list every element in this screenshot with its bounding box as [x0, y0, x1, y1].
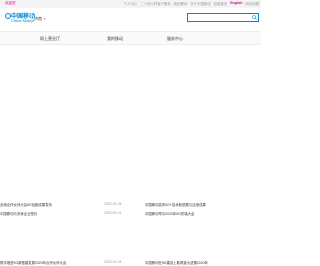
- main-nav: 网上营业厅 我的移动 服务中心: [0, 31, 261, 45]
- news-title: 中国移动与多家企业签约: [0, 212, 38, 216]
- nav-item-online-hall[interactable]: 网上营业厅: [40, 36, 60, 42]
- english-link[interactable]: English: [230, 1, 242, 6]
- utility-link[interactable]: 网站地图: [245, 1, 259, 6]
- nav-item-my-mobile[interactable]: 我的移动: [107, 36, 123, 42]
- news-date: 2020-09-18: [104, 260, 122, 264]
- utility-link[interactable]: 二十四小时客户服务: [140, 1, 171, 6]
- city-selector[interactable]: 济南▼: [34, 16, 46, 22]
- news-item[interactable]: 中国移动在5G建设上取得重大进展2020年: [145, 260, 261, 266]
- utility-link[interactable]: 关于中国移动: [190, 1, 210, 6]
- news-item[interactable]: 中国移动发布5G+技术新进展与应用成果: [145, 202, 261, 208]
- site-header: 中国移动 China Mobile 济南▼: [0, 8, 261, 31]
- utility-link[interactable]: 个人中心: [124, 1, 138, 6]
- news-item[interactable]: 中国移动举办2020年5G终端大会: [145, 211, 261, 217]
- city-name: 济南: [34, 16, 42, 21]
- top-utility-bar: 欢迎您 个人中心 二十四小时客户服务 我的移动 关于中国移动 旧版首页 Engl…: [0, 0, 261, 8]
- news-title: 中国移动举办2020年5G终端大会: [145, 212, 195, 216]
- welcome-text: 欢迎您: [5, 1, 16, 5]
- nav-item-service-center[interactable]: 服务中心: [167, 36, 183, 42]
- utility-link[interactable]: 旧版首页: [214, 1, 228, 6]
- utility-link[interactable]: 我的移动: [174, 1, 188, 6]
- news-item[interactable]: 全球合作伙伴大会5G创新成果发布 2020-09-28: [0, 202, 124, 208]
- news-title: 中国移动在5G建设上取得重大进展2020年: [145, 261, 208, 265]
- news-item[interactable]: 携手推进5G新基建发展2020年合作伙伴大会 2020-09-18: [0, 260, 124, 266]
- search-icon[interactable]: [252, 15, 257, 20]
- china-mobile-logo[interactable]: 中国移动 China Mobile: [5, 11, 35, 27]
- news-date: 2020-09-28: [104, 202, 122, 206]
- news-title: 携手推进5G新基建发展2020年合作伙伴大会: [0, 261, 67, 265]
- main-banner: [0, 46, 261, 150]
- news-title: 全球合作伙伴大会5G创新成果发布: [0, 203, 52, 207]
- news-item[interactable]: 中国移动与多家企业签约 2020-09-21: [0, 211, 124, 217]
- chevron-down-icon: ▼: [43, 17, 46, 21]
- news-date: 2020-09-21: [104, 211, 122, 215]
- header-divider: [31, 13, 32, 24]
- news-title: 中国移动发布5G+技术新进展与应用成果: [145, 203, 206, 207]
- utility-links: 个人中心 二十四小时客户服务 我的移动 关于中国移动 旧版首页 English …: [124, 1, 259, 6]
- search-box[interactable]: [187, 13, 259, 22]
